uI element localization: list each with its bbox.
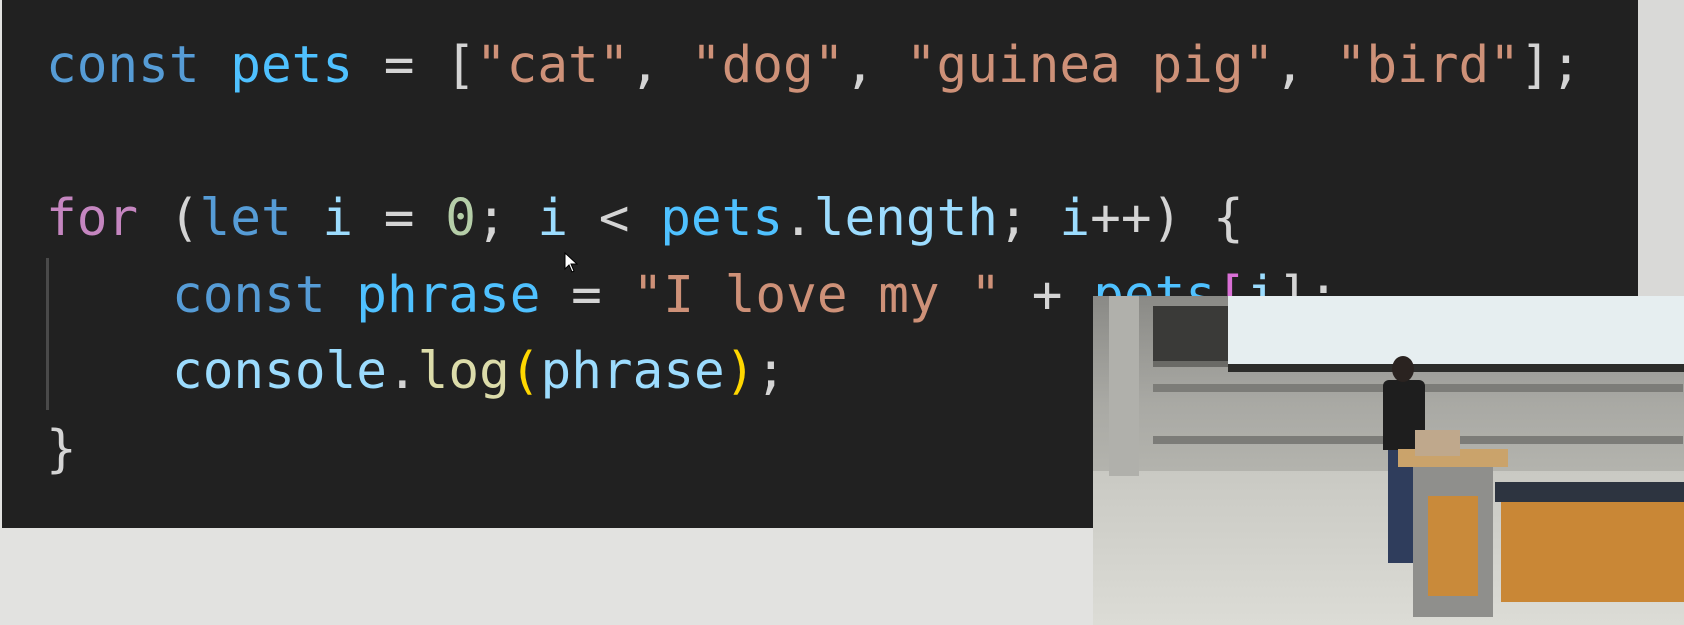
token-semicolon: ; bbox=[755, 342, 787, 401]
token-operator: = bbox=[540, 266, 633, 325]
token-operator: = bbox=[353, 36, 446, 95]
camera-projector-screen bbox=[1228, 296, 1684, 372]
token-operator: = bbox=[353, 189, 446, 248]
token-string: "I love my " bbox=[632, 266, 1002, 325]
camera-pillar bbox=[1109, 296, 1139, 476]
token-string: "bird" bbox=[1335, 36, 1520, 95]
token-dot: . bbox=[386, 342, 418, 401]
token-string: "dog" bbox=[690, 36, 845, 95]
token-comma: , bbox=[1274, 36, 1336, 95]
code-line-5: console.log(phrase); bbox=[172, 342, 786, 402]
token-comma: , bbox=[629, 36, 691, 95]
token-string: "cat" bbox=[475, 36, 630, 95]
token-variable: phrase bbox=[540, 342, 725, 401]
token-bracket-semicolon: ]; bbox=[1519, 36, 1582, 95]
token-keyword: const bbox=[172, 266, 326, 325]
token-variable: i bbox=[291, 189, 354, 248]
token-brace: { bbox=[1182, 189, 1244, 248]
token-semicolon: ; bbox=[475, 189, 538, 248]
camera-desk-front bbox=[1501, 502, 1684, 602]
token-variable: pets bbox=[230, 36, 354, 95]
token-number: 0 bbox=[445, 189, 476, 248]
token-operator: ++ bbox=[1090, 189, 1152, 248]
code-line-6: } bbox=[46, 420, 77, 480]
token-comma: , bbox=[844, 36, 906, 95]
token-paren: ( bbox=[138, 189, 200, 248]
token-keyword-for: for bbox=[46, 189, 139, 248]
token-string: "guinea pig" bbox=[905, 36, 1275, 95]
token-paren: ) bbox=[1151, 189, 1183, 248]
token-semicolon: ; bbox=[997, 189, 1060, 248]
camera-laptop bbox=[1415, 430, 1460, 456]
token-operator: < bbox=[568, 189, 661, 248]
token-brace: } bbox=[46, 420, 77, 479]
token-bracket: [ bbox=[445, 36, 476, 95]
token-variable: pets bbox=[660, 189, 784, 248]
code-line-3: for (let i = 0; i < pets.length; i++) { bbox=[46, 189, 1244, 249]
token-object: console bbox=[172, 342, 387, 401]
camera-presenter-head bbox=[1392, 356, 1414, 382]
token-variable: phrase bbox=[325, 266, 541, 325]
token-dot: . bbox=[783, 189, 814, 248]
token-property: length bbox=[813, 189, 998, 248]
camera-desk-top bbox=[1495, 482, 1684, 502]
token-operator: + bbox=[1001, 266, 1094, 325]
token-keyword: const bbox=[46, 36, 200, 95]
camera-podium-panel bbox=[1428, 496, 1478, 596]
code-line-1: const pets = ["cat", "dog", "guinea pig"… bbox=[46, 36, 1581, 96]
token-variable: i bbox=[1059, 189, 1091, 248]
camera-feed-video bbox=[1093, 296, 1684, 625]
token-function: log bbox=[417, 342, 510, 401]
token-variable: i bbox=[537, 189, 569, 248]
indent-guide bbox=[46, 258, 49, 410]
token-paren: ) bbox=[724, 342, 756, 401]
token-keyword-let: let bbox=[199, 189, 292, 248]
token-paren: ( bbox=[509, 342, 541, 401]
